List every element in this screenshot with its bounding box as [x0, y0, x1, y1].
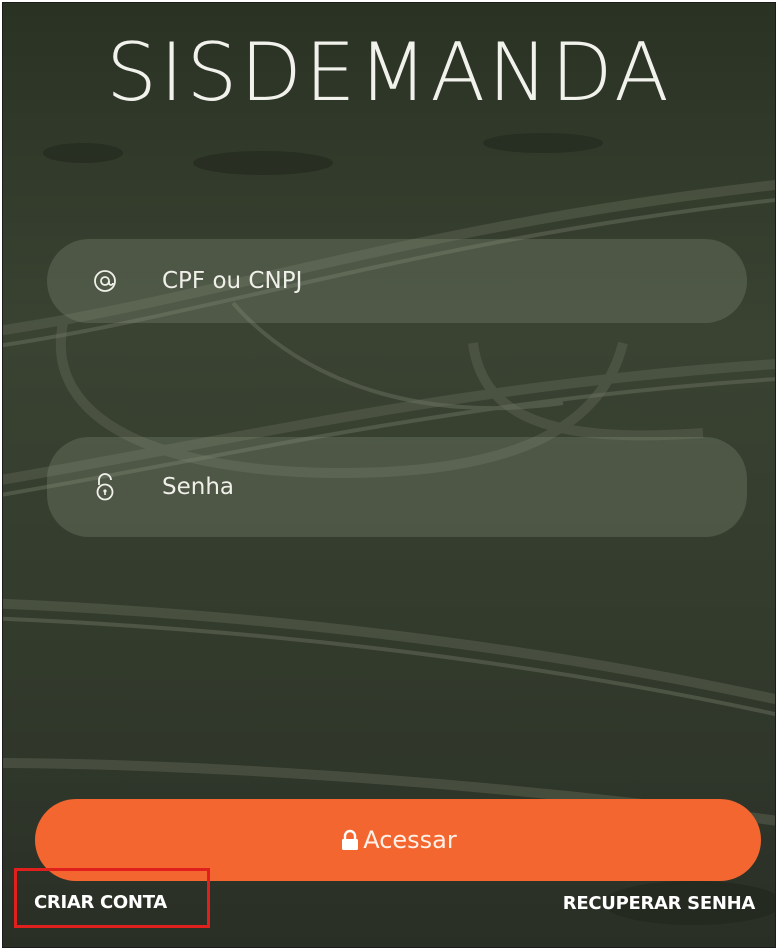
open-lock-icon: [92, 473, 118, 501]
at-sign-icon: [92, 267, 118, 295]
username-placeholder: CPF ou CNPJ: [162, 268, 303, 294]
lock-icon: [339, 829, 361, 851]
username-field[interactable]: CPF ou CNPJ: [47, 239, 747, 323]
submit-button-label: Acessar: [363, 826, 457, 854]
app-title: SISDEMANDA: [106, 26, 672, 119]
password-field[interactable]: Senha: [47, 437, 747, 537]
create-account-highlight: [14, 868, 210, 928]
recover-password-link[interactable]: RECUPERAR SENHA: [563, 891, 756, 917]
login-screen: SISDEMANDA CPF ou CNPJ Senha Acessar REC…: [2, 2, 776, 948]
password-placeholder: Senha: [162, 474, 234, 500]
